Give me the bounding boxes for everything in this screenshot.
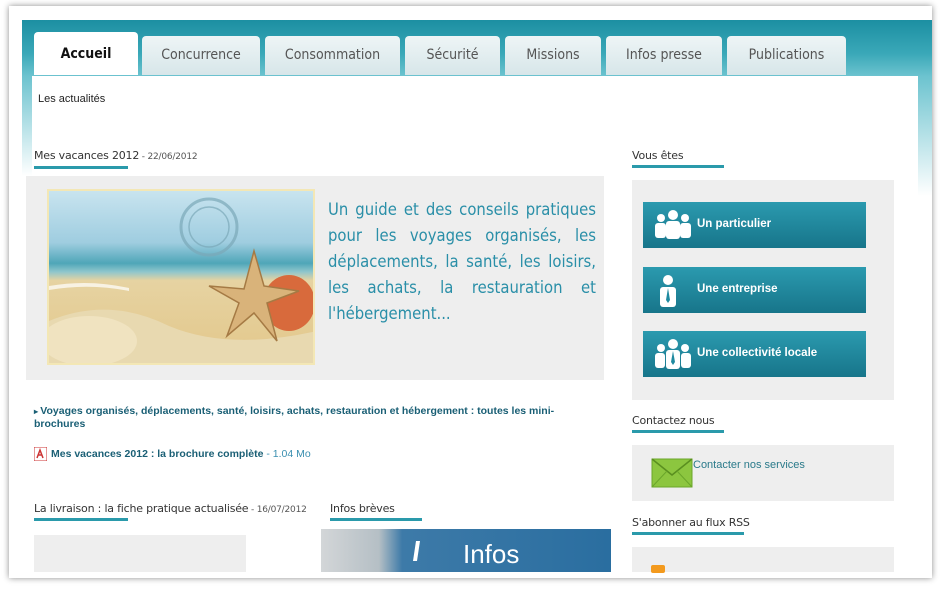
brochure-link[interactable]: Mes vacances 2012 : la brochure complète… [33,446,311,462]
featured-date: - 22/06/2012 [139,152,198,162]
infos-breves-underline [330,518,422,521]
mini-brochures-label: Voyages organisés, déplacements, santé, … [34,405,555,430]
collectivite-button[interactable]: Une collectivité locale [643,331,866,377]
rss-title[interactable]: S'abonner au flux RSS [632,516,750,529]
livraison-box [34,535,246,572]
infos-breves-title[interactable]: Infos brèves [330,502,395,515]
particulier-button[interactable]: Un particulier [643,202,866,248]
entreprise-button[interactable]: Une entreprise [643,267,866,313]
livraison-title[interactable]: La livraison : la fiche pratique actuali… [34,502,249,515]
rss-box [632,547,894,573]
vous-etes-title: Vous êtes [632,149,684,162]
group-icon [655,339,691,369]
livraison-heading: La livraison : la fiche pratique actuali… [34,502,307,515]
pdf-icon [33,446,48,462]
left-shade [22,76,32,176]
tab-missions[interactable]: Missions [505,36,601,75]
infos-banner[interactable]: Infos [321,529,611,572]
tab-consommation[interactable]: Consommation [265,36,400,75]
envelope-icon[interactable] [651,458,693,488]
tab-accueil[interactable]: Accueil [34,32,138,75]
subnav-actualites[interactable]: Les actualités [38,93,105,105]
starfish-illustration[interactable] [47,189,315,365]
vous-etes-underline [632,165,724,168]
featured-title[interactable]: Mes vacances 2012 [34,149,139,162]
tab-infos-presse[interactable]: Infos presse [606,36,722,75]
livraison-underline [34,518,128,521]
rss-underline [632,532,744,535]
people-icon [655,210,691,239]
mini-brochures-link[interactable]: ▸ Voyages organisés, déplacements, santé… [34,405,594,431]
tab-publications[interactable]: Publications [727,36,846,75]
info-mark-icon [413,541,420,561]
contact-link[interactable]: Contacter nos services [693,459,805,471]
person-icon [660,275,676,307]
brochure-size: - 1.04 Mo [263,447,311,460]
rss-icon[interactable] [651,565,665,573]
featured-heading: Mes vacances 2012 - 22/06/2012 [34,149,198,162]
contact-title: Contactez nous [632,414,715,427]
particulier-label: Un particulier [697,218,772,230]
featured-description[interactable]: Un guide et des conseils pratiques pour … [328,197,596,327]
side-shade [918,76,932,196]
brochure-label: Mes vacances 2012 : la brochure complète [51,447,264,460]
entreprise-label: Une entreprise [697,283,778,295]
livraison-date: - 16/07/2012 [248,505,307,515]
infos-banner-label: Infos [463,539,520,569]
featured-underline [34,166,128,169]
contact-underline [632,430,724,433]
tab-securite[interactable]: Sécurité [405,36,500,75]
collectivite-label: Une collectivité locale [697,347,818,359]
tab-concurrence[interactable]: Concurrence [142,36,260,75]
